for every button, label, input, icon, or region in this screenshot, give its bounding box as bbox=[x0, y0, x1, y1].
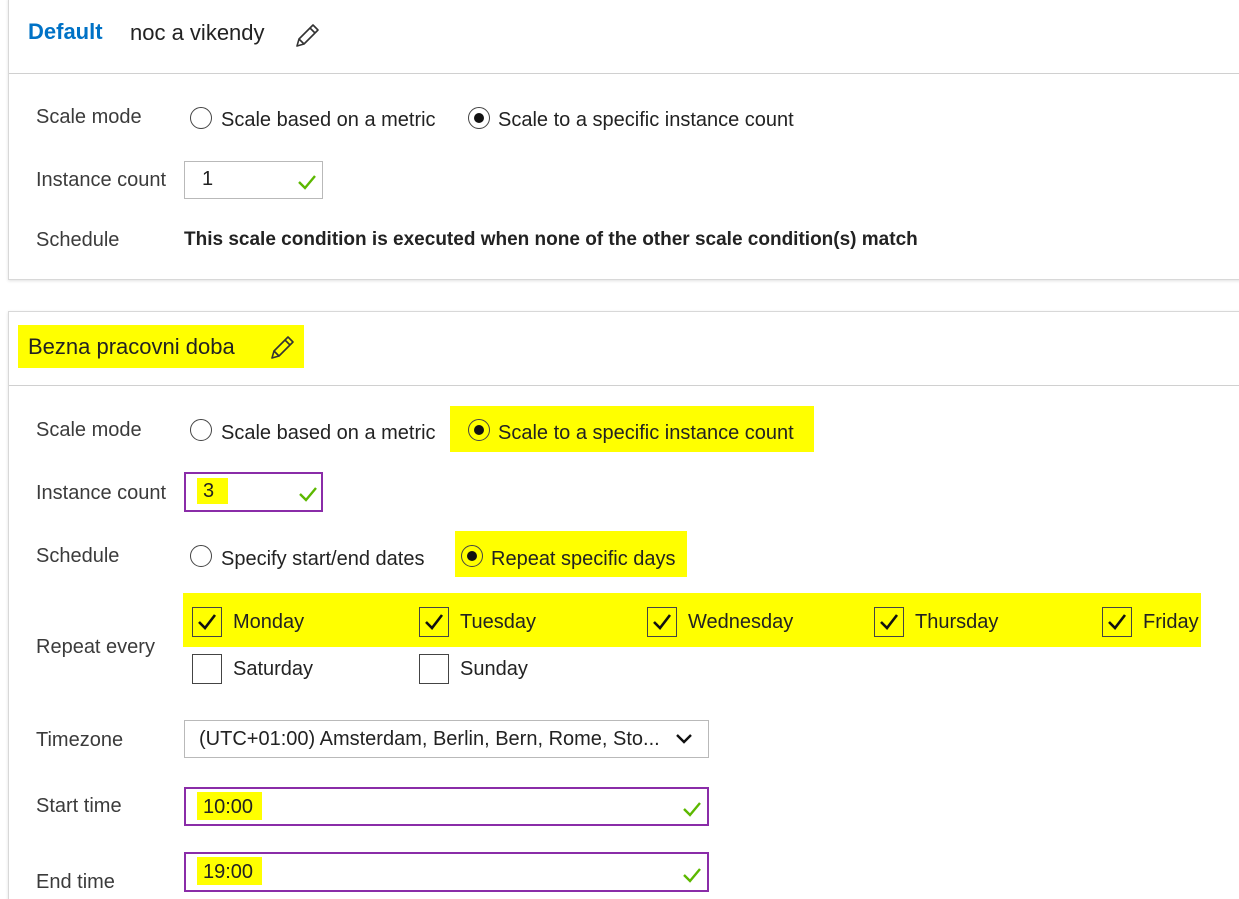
checkbox-thursday[interactable] bbox=[874, 607, 904, 637]
pencil-icon[interactable] bbox=[267, 333, 297, 363]
radio-specify-dates-label[interactable]: Specify start/end dates bbox=[221, 548, 424, 571]
radio-repeat-days-label[interactable]: Repeat specific days bbox=[491, 548, 676, 571]
default-scale-condition-card: Default noc a vikendy Scale mode Scale b… bbox=[8, 0, 1239, 280]
instance-count-label: Instance count bbox=[36, 169, 167, 191]
checkbox-tuesday-label[interactable]: Tuesday bbox=[460, 611, 536, 634]
instance-count-value: 1 bbox=[202, 168, 214, 190]
header-divider bbox=[9, 73, 1239, 74]
checkbox-tuesday[interactable] bbox=[419, 607, 449, 637]
condition-name: Bezna pracovni doba bbox=[28, 334, 235, 359]
checkmark-icon bbox=[1108, 614, 1127, 630]
radio-scale-metric[interactable] bbox=[190, 419, 212, 441]
checkbox-friday[interactable] bbox=[1102, 607, 1132, 637]
repeat-every-label: Repeat every bbox=[36, 636, 155, 658]
radio-repeat-days[interactable] bbox=[461, 545, 483, 567]
header-divider bbox=[9, 385, 1239, 386]
scale-mode-label: Scale mode bbox=[36, 106, 142, 128]
schedule-text: This scale condition is executed when no… bbox=[184, 229, 918, 250]
checkbox-monday-label[interactable]: Monday bbox=[233, 611, 304, 634]
radio-scale-instance-count-label[interactable]: Scale to a specific instance count bbox=[498, 422, 794, 445]
end-time-label: End time bbox=[36, 871, 115, 893]
default-tag: Default bbox=[28, 19, 103, 44]
radio-scale-instance-count[interactable] bbox=[468, 419, 490, 441]
checkmark-icon bbox=[683, 802, 701, 817]
schedule-label: Schedule bbox=[36, 229, 120, 251]
checkmark-icon bbox=[298, 175, 316, 190]
checkbox-sunday[interactable] bbox=[419, 654, 449, 684]
end-time-value: 19:00 bbox=[203, 861, 254, 883]
checkbox-friday-label[interactable]: Friday bbox=[1143, 611, 1199, 634]
scale-condition-card: Bezna pracovni doba Scale mode Scale bas… bbox=[8, 311, 1239, 899]
checkbox-thursday-label[interactable]: Thursday bbox=[915, 611, 998, 634]
scale-mode-label: Scale mode bbox=[36, 419, 142, 441]
checkmark-icon bbox=[299, 487, 317, 502]
checkmark-icon bbox=[198, 614, 217, 630]
checkbox-saturday[interactable] bbox=[192, 654, 222, 684]
pencil-icon[interactable] bbox=[292, 21, 322, 51]
start-time-value: 10:00 bbox=[203, 796, 254, 818]
instance-count-value: 3 bbox=[203, 480, 215, 502]
radio-scale-metric-label[interactable]: Scale based on a metric bbox=[221, 109, 436, 132]
schedule-label: Schedule bbox=[36, 545, 120, 567]
checkmark-icon bbox=[653, 614, 672, 630]
start-time-label: Start time bbox=[36, 795, 122, 817]
radio-scale-instance-count-label[interactable]: Scale to a specific instance count bbox=[498, 109, 794, 132]
start-time-input[interactable]: 10:00 bbox=[184, 787, 709, 826]
timezone-value: (UTC+01:00) Amsterdam, Berlin, Bern, Rom… bbox=[199, 728, 660, 750]
timezone-label: Timezone bbox=[36, 729, 124, 751]
checkbox-saturday-label[interactable]: Saturday bbox=[233, 658, 313, 681]
chevron-down-icon bbox=[676, 734, 692, 744]
radio-scale-metric[interactable] bbox=[190, 107, 212, 129]
checkbox-sunday-label[interactable]: Sunday bbox=[460, 658, 528, 681]
end-time-input[interactable]: 19:00 bbox=[184, 852, 709, 892]
radio-scale-instance-count[interactable] bbox=[468, 107, 490, 129]
instance-count-input[interactable]: 1 bbox=[184, 161, 323, 199]
instance-count-label: Instance count bbox=[36, 482, 167, 504]
checkbox-wednesday-label[interactable]: Wednesday bbox=[688, 611, 793, 634]
checkmark-icon bbox=[880, 614, 899, 630]
timezone-dropdown[interactable]: (UTC+01:00) Amsterdam, Berlin, Bern, Rom… bbox=[184, 720, 709, 758]
checkbox-wednesday[interactable] bbox=[647, 607, 677, 637]
condition-name: noc a vikendy bbox=[130, 20, 265, 45]
radio-specify-dates[interactable] bbox=[190, 545, 212, 567]
checkmark-icon bbox=[425, 614, 444, 630]
instance-count-input[interactable]: 3 bbox=[184, 472, 323, 512]
radio-scale-metric-label[interactable]: Scale based on a metric bbox=[221, 422, 436, 445]
checkbox-monday[interactable] bbox=[192, 607, 222, 637]
checkmark-icon bbox=[683, 868, 701, 883]
